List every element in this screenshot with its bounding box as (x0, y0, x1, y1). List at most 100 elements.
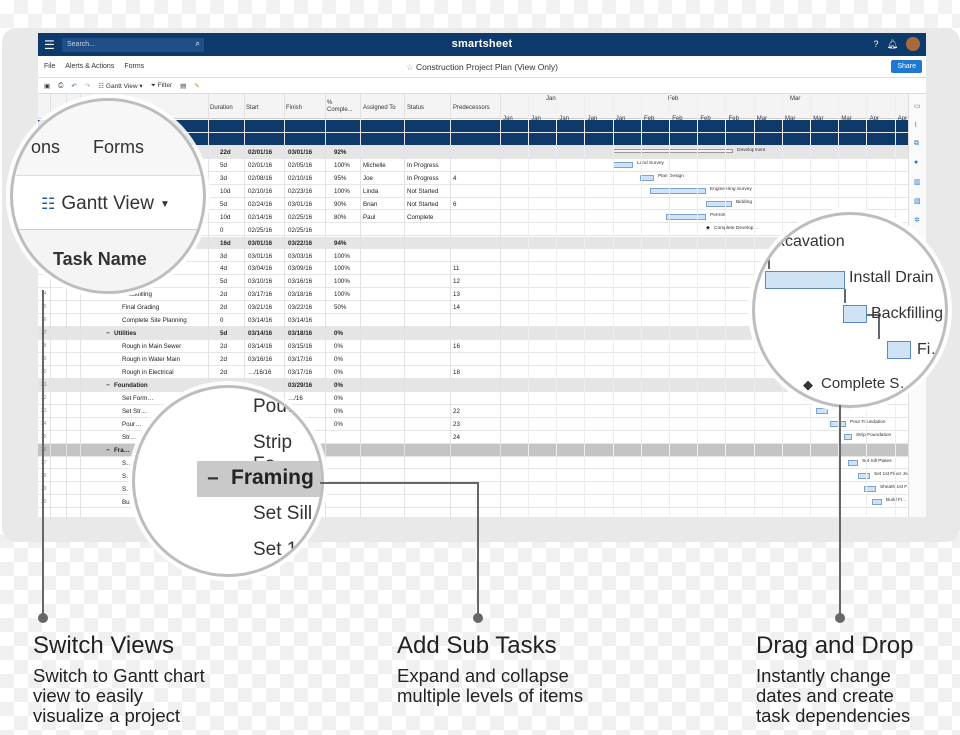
lens-row-framing[interactable]: Framing (231, 466, 314, 490)
edit-icon[interactable]: ✎ (194, 82, 199, 90)
gantt-bar[interactable] (613, 161, 633, 168)
callout-title-drag-drop: Drag and Drop (756, 632, 914, 659)
start-cell: 03/04/16 (248, 265, 273, 273)
lens-forms-partial: ons (31, 137, 61, 157)
gantt-bar-label: Bidding (736, 199, 753, 205)
col-start[interactable]: Start (246, 105, 259, 111)
filter-icon: ⏷ (150, 82, 156, 89)
gantt-icon: ☷ (41, 196, 56, 213)
col-assigned-to[interactable]: Assigned To (363, 105, 396, 111)
task-name-cell: S… (122, 459, 133, 467)
assigned-cell: Brian (363, 200, 378, 208)
connector-line-2a (320, 482, 478, 484)
lens-gantt-view-button[interactable]: ☷ Gantt View ▼ (41, 193, 170, 215)
gantt-bar[interactable] (613, 148, 733, 153)
duration-cell: 5d (220, 161, 227, 169)
save-icon[interactable]: ▣ (44, 82, 50, 90)
comments-icon[interactable]: ▭ (914, 102, 921, 110)
gantt-bar-label: Pour Foundation (850, 419, 886, 425)
duration-cell: 10d (220, 213, 231, 221)
task-name-cell: …ackfilling (122, 291, 152, 299)
lens-drag-drop: xcavation Install Drain Backfilling Fi… … (752, 212, 948, 408)
view-label: Gantt View ▾ (105, 83, 143, 90)
highlight-icon[interactable]: ▤ (180, 82, 186, 90)
gantt-bar[interactable] (844, 433, 852, 440)
callout-title-switch-views: Switch Views (33, 632, 174, 659)
gantt-bar[interactable] (872, 498, 882, 505)
col-finish[interactable]: Finish (286, 105, 302, 111)
duration-cell: 5d (220, 278, 227, 286)
grid-line (697, 94, 699, 517)
predecessor-cell: 14 (453, 304, 460, 312)
collapse-icon[interactable]: − (106, 382, 110, 389)
gantt-bar[interactable] (666, 213, 706, 220)
favorite-star-icon[interactable]: ☆ (406, 62, 416, 72)
connector-line-2b (477, 482, 479, 616)
redo-icon[interactable]: ↷ (85, 82, 90, 90)
task-name-cell: S… (122, 472, 133, 480)
gantt-bar[interactable] (848, 459, 858, 466)
proofs-icon[interactable]: ⧉ (914, 140, 919, 148)
collapse-icon[interactable]: − (106, 330, 110, 337)
gantt-bar[interactable] (640, 174, 654, 181)
gantt-bar[interactable] (706, 200, 732, 207)
percent-cell: 95% (334, 174, 347, 182)
percent-cell: 0% (334, 369, 343, 377)
publish-icon[interactable]: ▧ (914, 197, 921, 205)
help-icon[interactable]: ? (874, 39, 879, 49)
milestone-icon[interactable]: ◆ (706, 226, 710, 231)
duration-cell: 22d (220, 148, 231, 156)
brand-logo: smartsheet (451, 38, 513, 50)
percent-cell: 0% (334, 407, 343, 415)
percent-cell: 50% (334, 304, 347, 312)
percent-cell: 100% (334, 265, 350, 273)
filter-button[interactable]: ⏷ Filter (151, 82, 172, 90)
undo-icon[interactable]: ↶ (71, 82, 76, 90)
start-cell: 03/14/16 (248, 317, 273, 325)
web-icon[interactable]: ● (914, 159, 918, 166)
print-icon[interactable]: ⎙ (58, 82, 63, 90)
collapse-icon[interactable]: − (106, 447, 110, 454)
gantt-bar[interactable] (816, 407, 828, 414)
document-title: Construction Project Plan (View Only) (415, 62, 559, 72)
callout-line: Switch to Gantt chart (33, 665, 205, 686)
notifications-icon[interactable]: 🔔︎ (887, 39, 898, 50)
gantt-bar-label: Permits (710, 212, 727, 218)
duration-cell: 2d (220, 304, 227, 312)
start-cell: 03/01/16 (248, 239, 273, 247)
col-predecessors[interactable]: Predecessors (453, 105, 490, 111)
task-name-cell: Final Grading (122, 304, 160, 312)
status-cell: In Progress (407, 174, 439, 182)
grid-line (584, 94, 586, 517)
lens-row-set-1st: Set 1… (253, 539, 317, 560)
dependency-arrows (768, 243, 880, 339)
lens-sub-tasks: Pou… Strip Fo… − Framing Set Sill… Set 1… (132, 385, 324, 577)
gantt-bar[interactable] (858, 472, 870, 479)
col-duration[interactable]: Duration (210, 105, 233, 111)
predecessor-cell: 6 (453, 200, 457, 208)
top-bar: ☰ Search... ⌕ smartsheet ? 🔔︎ (38, 33, 926, 56)
finish-cell: 03/18/16 (288, 291, 313, 299)
view-switcher[interactable]: ☷ Gantt View ▾ (98, 82, 142, 90)
grid-line (640, 94, 642, 517)
col-status[interactable]: Status (407, 105, 424, 111)
finish-cell: 03/03/16 (288, 252, 313, 260)
collapse-icon[interactable]: − (207, 468, 219, 491)
avatar[interactable] (906, 37, 920, 51)
duration-cell: 2d (220, 291, 227, 299)
activity-icon[interactable]: ▥ (914, 178, 921, 186)
start-cell: 03/14/16 (248, 343, 273, 351)
percent-cell: 92% (334, 148, 347, 156)
attachments-icon[interactable]: ⌇ (914, 121, 917, 129)
share-button[interactable]: Share (891, 60, 922, 73)
callout-line: Instantly change (756, 665, 891, 686)
assigned-cell: Michelle (363, 161, 386, 169)
callout-line: visualize a project (33, 705, 181, 726)
percent-cell: 0% (334, 420, 343, 428)
start-cell: 03/16/16 (248, 356, 273, 364)
assigned-cell: Paul (363, 213, 376, 221)
lens-forms-menu[interactable]: Forms (93, 137, 144, 158)
finish-cell: 03/17/16 (288, 356, 313, 364)
col-percent-complete[interactable]: % Comple... (327, 100, 359, 114)
callout-line: Expand and collapse (397, 665, 569, 686)
